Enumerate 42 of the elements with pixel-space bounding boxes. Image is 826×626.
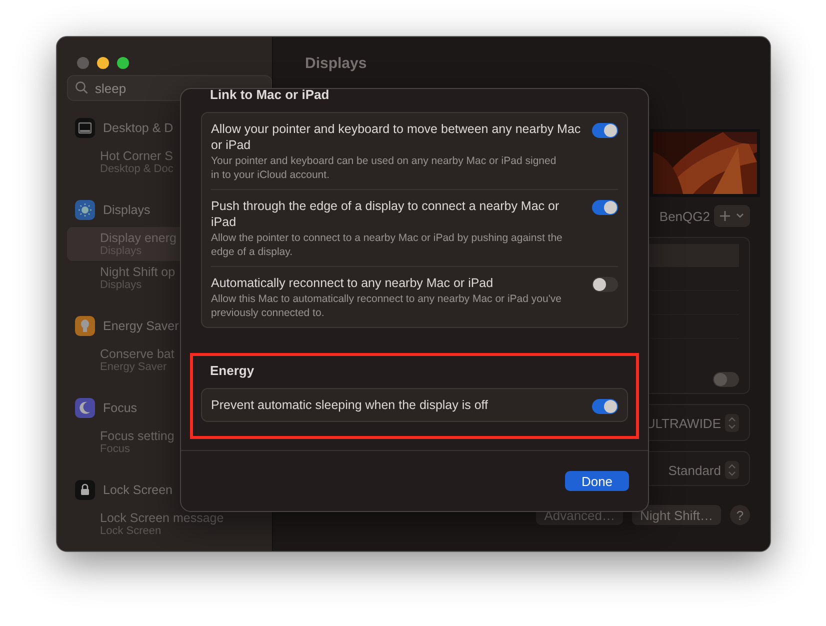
toggle-switch[interactable] <box>592 123 618 138</box>
settings-button[interactable]: Night Shift… <box>632 505 721 525</box>
result-title: Hot Corner S <box>100 149 173 163</box>
setting-title: Allow your pointer and keyboard to move between any nearby Mac or iPad <box>211 121 582 153</box>
setting-title: Push through the edge of a display to connect a nearby Mac or iPad <box>211 198 560 230</box>
dock-icon <box>75 118 95 138</box>
sidebar-section-title[interactable]: Desktop & D <box>103 121 174 135</box>
stepper-icon <box>725 461 739 479</box>
result-title: Focus setting <box>100 429 174 443</box>
section-title: Energy <box>209 363 256 379</box>
setting-description: Your pointer and keyboard can be used on any nearby Mac or iPad signed in to your iCloud account. <box>211 154 558 182</box>
lightbulb-icon <box>75 316 95 336</box>
sidebar-section-title[interactable]: Lock Screen <box>103 483 172 497</box>
result-title: Conserve bat <box>100 347 174 361</box>
setting-title: Automatically reconnect to any nearby Mac or iPad <box>211 275 494 291</box>
toggle-switch[interactable] <box>713 372 739 387</box>
toggle-switch[interactable] <box>592 399 618 414</box>
chevron-down-icon <box>736 213 744 219</box>
toggle-switch[interactable] <box>592 277 618 292</box>
sidebar-section-title[interactable]: Focus <box>103 401 138 415</box>
sidebar-section-title[interactable]: Displays <box>103 203 150 217</box>
search-icon <box>75 81 88 94</box>
lock-icon <box>75 480 95 500</box>
help-button[interactable]: ? <box>730 505 750 525</box>
result-title: Lock Screen message <box>100 511 224 525</box>
done-button[interactable]: Done <box>565 471 629 491</box>
zoom-button[interactable] <box>117 57 129 69</box>
add-display-button[interactable] <box>714 205 750 227</box>
display-name: BenQG2 <box>659 208 710 224</box>
window-title: Displays <box>305 54 367 72</box>
setting-title: Prevent automatic sleeping when the display is off <box>211 397 488 413</box>
minimize-button[interactable] <box>97 57 109 69</box>
stepper-icon <box>725 414 739 432</box>
plus-icon <box>720 211 730 221</box>
toggle-switch[interactable] <box>592 200 618 215</box>
popup-value: ULTRAWIDE <box>646 416 721 430</box>
result-title: Night Shift op <box>100 265 176 279</box>
sidebar-section-title[interactable]: Energy Saver <box>103 319 179 333</box>
sun-icon <box>75 200 95 220</box>
popup-value: Standard <box>668 462 721 478</box>
setting-description: Allow this Mac to automatically reconnect to any nearby Mac or iPad you've previously connected to. <box>211 292 562 320</box>
moon-icon <box>75 398 95 418</box>
